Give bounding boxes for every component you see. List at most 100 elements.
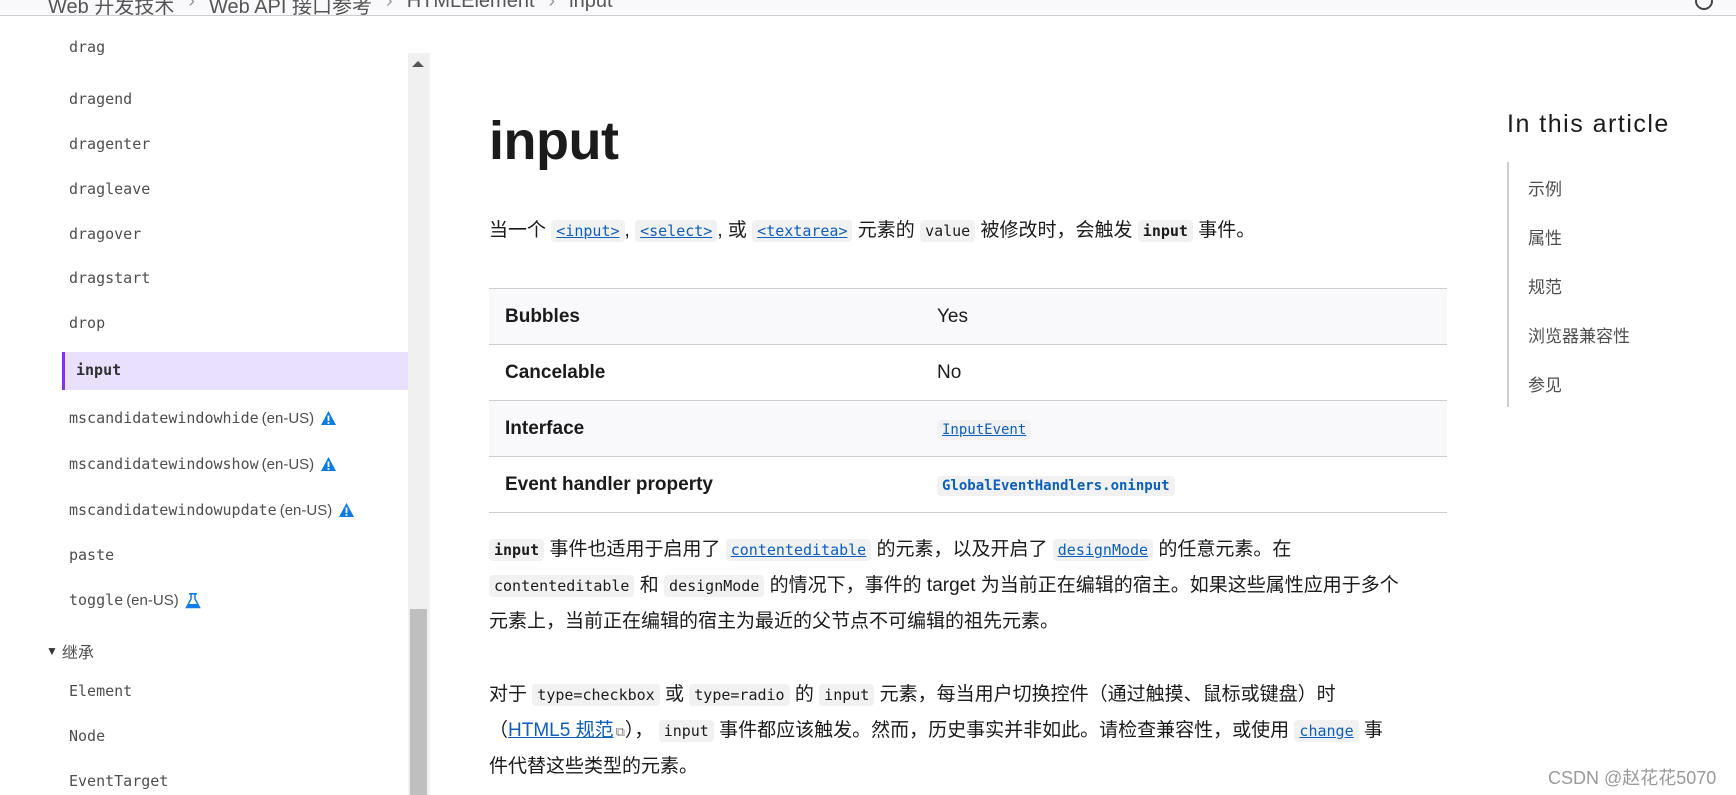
sidebar-item-label: dragend	[69, 90, 133, 108]
sidebar-item-label: EventTarget	[69, 772, 169, 790]
text: 的	[794, 684, 814, 705]
sidebar-item-label: drag	[69, 40, 106, 56]
sidebar-scrollbar[interactable]	[408, 53, 429, 795]
code-type-radio: type=radio	[689, 684, 790, 706]
sidebar-item-mscandidatewindowupdate[interactable]: mscandidatewindowupdate (en-US)	[69, 501, 355, 519]
sidebar-item-drag[interactable]: drag	[69, 40, 105, 56]
text: 事件都应该触发。然而，历史事实并非如此。请检查兼容性，或使用	[719, 720, 1290, 741]
sidebar-item-dragleave[interactable]: dragleave	[69, 180, 150, 198]
breadcrumb-separator: ›	[386, 0, 393, 12]
text: 的情况下，事件的 target 为当前正在编辑的宿主。如果这些属性应用于多个	[769, 575, 1399, 596]
code-contenteditable: contenteditable	[489, 575, 635, 597]
breadcrumb: Web 开发技术 › Web API 接口参考 › HTMLElement › …	[48, 0, 613, 15]
toc-item-properties[interactable]: 属性	[1528, 224, 1562, 249]
sidebar-item-label: Node	[69, 727, 106, 745]
breadcrumb-separator: ›	[188, 0, 195, 12]
sidebar-item-paste[interactable]: paste	[69, 546, 114, 564]
toc-title: In this article	[1507, 110, 1670, 138]
text: 事	[1363, 720, 1383, 741]
sidebar-item-label: paste	[69, 546, 115, 564]
breadcrumb-current: input	[569, 0, 613, 12]
text: 的元素，以及开启了	[876, 539, 1048, 560]
text: 事件。	[1198, 220, 1256, 241]
sidebar-item-drop[interactable]: drop	[69, 314, 105, 332]
page-title: input	[489, 111, 619, 171]
watermark: CSDN @赵花花5070	[1548, 768, 1717, 788]
sidebar-item-input-active[interactable]: input	[62, 352, 408, 390]
paragraph-contenteditable: input 事件也适用于启用了 contenteditable 的元素，以及开启…	[489, 532, 1449, 639]
sidebar: drag dragend dragenter dragleave dragove…	[0, 40, 408, 795]
text: 和	[639, 575, 659, 596]
code-designmode: designMode	[664, 575, 765, 597]
table-row: Cancelable No	[489, 345, 1447, 401]
code-value: value	[920, 220, 976, 242]
link-contenteditable[interactable]: contenteditable	[725, 539, 872, 561]
sidebar-scrollbar-thumb[interactable]	[410, 609, 427, 795]
link-change-event[interactable]: change	[1294, 720, 1359, 742]
link-html5-spec[interactable]: HTML5 规范	[508, 720, 614, 741]
table-row: Interface InputEvent	[489, 401, 1447, 457]
table-key: Bubbles	[505, 305, 580, 327]
text: ），	[624, 720, 654, 741]
toc-item-examples[interactable]: 示例	[1528, 175, 1562, 200]
table-row: Event handler property GlobalEventHandle…	[489, 457, 1447, 513]
code-input: input	[1137, 220, 1193, 242]
toc-divider	[1507, 162, 1509, 407]
sidebar-item-dragend[interactable]: dragend	[69, 90, 132, 108]
warning-icon	[320, 456, 337, 472]
sidebar-item-dragover[interactable]: dragover	[69, 225, 141, 243]
sidebar-item-dragenter[interactable]: dragenter	[69, 135, 150, 153]
code-input: input	[658, 720, 714, 742]
sidebar-item-dragstart[interactable]: dragstart	[69, 269, 150, 287]
link-input-element[interactable]: <input>	[551, 220, 625, 242]
table-key: Cancelable	[505, 361, 606, 383]
globe-icon[interactable]	[1695, 0, 1713, 10]
sidebar-group-label: 继承	[61, 645, 94, 662]
scroll-up-arrow-icon[interactable]	[412, 61, 424, 67]
sidebar-item-eventtarget[interactable]: EventTarget	[69, 772, 168, 790]
text: 件代替这些类型的元素。	[489, 756, 699, 777]
sidebar-item-label: dragenter	[69, 135, 151, 153]
sidebar-item-label: dragover	[69, 225, 142, 243]
toc-item-browser-compat[interactable]: 浏览器兼容性	[1528, 322, 1630, 347]
text: 事件也适用于启用了	[549, 539, 721, 560]
breadcrumb-bar: Web 开发技术 › Web API 接口参考 › HTMLElement › …	[0, 0, 1736, 16]
sidebar-item-label: dragleave	[69, 180, 151, 198]
intro-paragraph: 当一个 <input>, <select>, 或 <textarea> 元素的 …	[489, 213, 1449, 249]
table-key: Event handler property	[505, 473, 713, 495]
sidebar-group-inheritance[interactable]: ▼ 继承	[46, 639, 94, 663]
breadcrumb-separator: ›	[548, 0, 556, 12]
link-oninput[interactable]: GlobalEventHandlers.oninput	[937, 475, 1175, 496]
sidebar-item-toggle[interactable]: toggle (en-US)	[69, 591, 201, 609]
text: 元素上，当前正在编辑的宿主为最近的父节点不可编辑的祖先元素。	[489, 611, 1060, 632]
sidebar-item-node[interactable]: Node	[69, 727, 105, 745]
toc-item-see-also[interactable]: 参见	[1528, 371, 1562, 396]
sidebar-item-element[interactable]: Element	[69, 682, 132, 700]
lang-tag: (en-US)	[279, 501, 333, 519]
text: 或	[664, 684, 684, 705]
breadcrumb-item[interactable]: HTMLElement	[407, 0, 535, 15]
link-designmode[interactable]: designMode	[1052, 539, 1154, 561]
sidebar-item-label: mscandidatewindowhide	[69, 409, 259, 427]
warning-icon	[338, 502, 355, 518]
link-textarea-element[interactable]: <textarea>	[752, 220, 853, 242]
event-properties-table: Bubbles Yes Cancelable No Interface Inpu…	[489, 288, 1447, 513]
code-input: input	[489, 539, 545, 561]
sidebar-item-label: input	[76, 361, 122, 379]
link-select-element[interactable]: <select>	[635, 220, 718, 242]
sidebar-item-label: Element	[69, 682, 133, 700]
sidebar-item-mscandidatewindowshow[interactable]: mscandidatewindowshow (en-US)	[69, 455, 337, 473]
lang-tag: (en-US)	[261, 455, 315, 473]
table-value: Yes	[937, 305, 968, 327]
breadcrumb-item[interactable]: Web 开发技术	[48, 0, 174, 15]
table-key: Interface	[505, 417, 585, 439]
paragraph-checkbox-radio: 对于 type=checkbox 或 type=radio 的 input 元素…	[489, 677, 1449, 784]
link-inputevent[interactable]: InputEvent	[937, 419, 1032, 440]
toc-item-specifications[interactable]: 规范	[1528, 273, 1562, 298]
lang-tag: (en-US)	[126, 591, 179, 609]
text: 元素的	[857, 220, 915, 241]
sidebar-item-mscandidatewindowhide[interactable]: mscandidatewindowhide (en-US)	[69, 409, 337, 427]
table-value-cell: InputEvent	[937, 418, 1032, 440]
breadcrumb-item[interactable]: Web API 接口参考	[209, 0, 372, 15]
pane-divider	[429, 53, 430, 795]
